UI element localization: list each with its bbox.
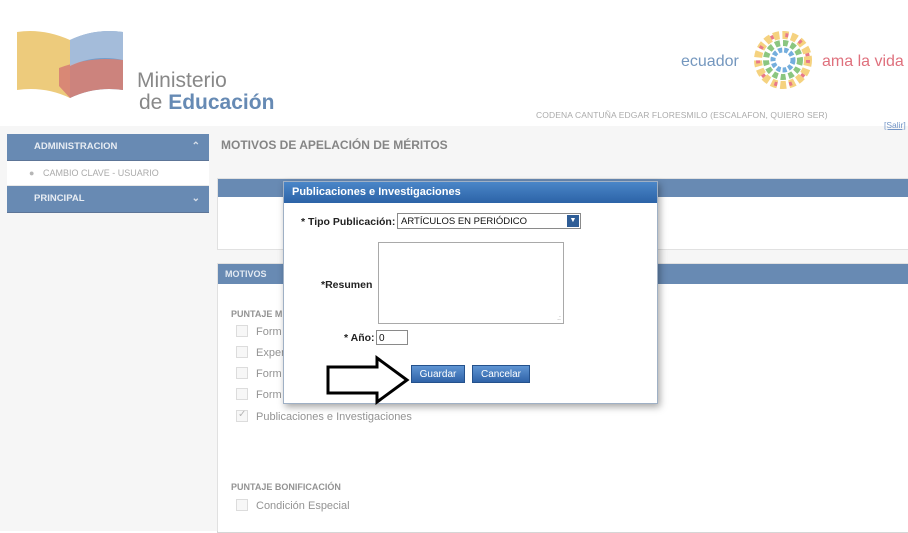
tipo-publicacion-label: * Tipo Publicación: xyxy=(301,216,396,228)
anio-label: * Año: xyxy=(344,332,375,344)
resumen-textarea[interactable]: .: xyxy=(378,242,564,324)
page: Ministerio de Educación ecuador ama la v… xyxy=(0,0,908,533)
annotation-arrow-icon xyxy=(326,355,410,405)
resize-grip-icon[interactable]: .: xyxy=(557,315,561,322)
guardar-button[interactable]: Guardar xyxy=(411,365,465,383)
tipo-publicacion-select[interactable]: ARTÍCULOS EN PERIÓDICO ▼ xyxy=(397,213,581,229)
anio-input[interactable]: 0 xyxy=(376,330,408,345)
select-value: ARTÍCULOS EN PERIÓDICO xyxy=(401,216,527,227)
resumen-label: *Resumen xyxy=(321,279,373,291)
cancelar-button[interactable]: Cancelar xyxy=(472,365,530,383)
chevron-down-icon[interactable]: ▼ xyxy=(567,215,579,227)
dialog-title: Publicaciones e Investigaciones xyxy=(284,182,657,203)
